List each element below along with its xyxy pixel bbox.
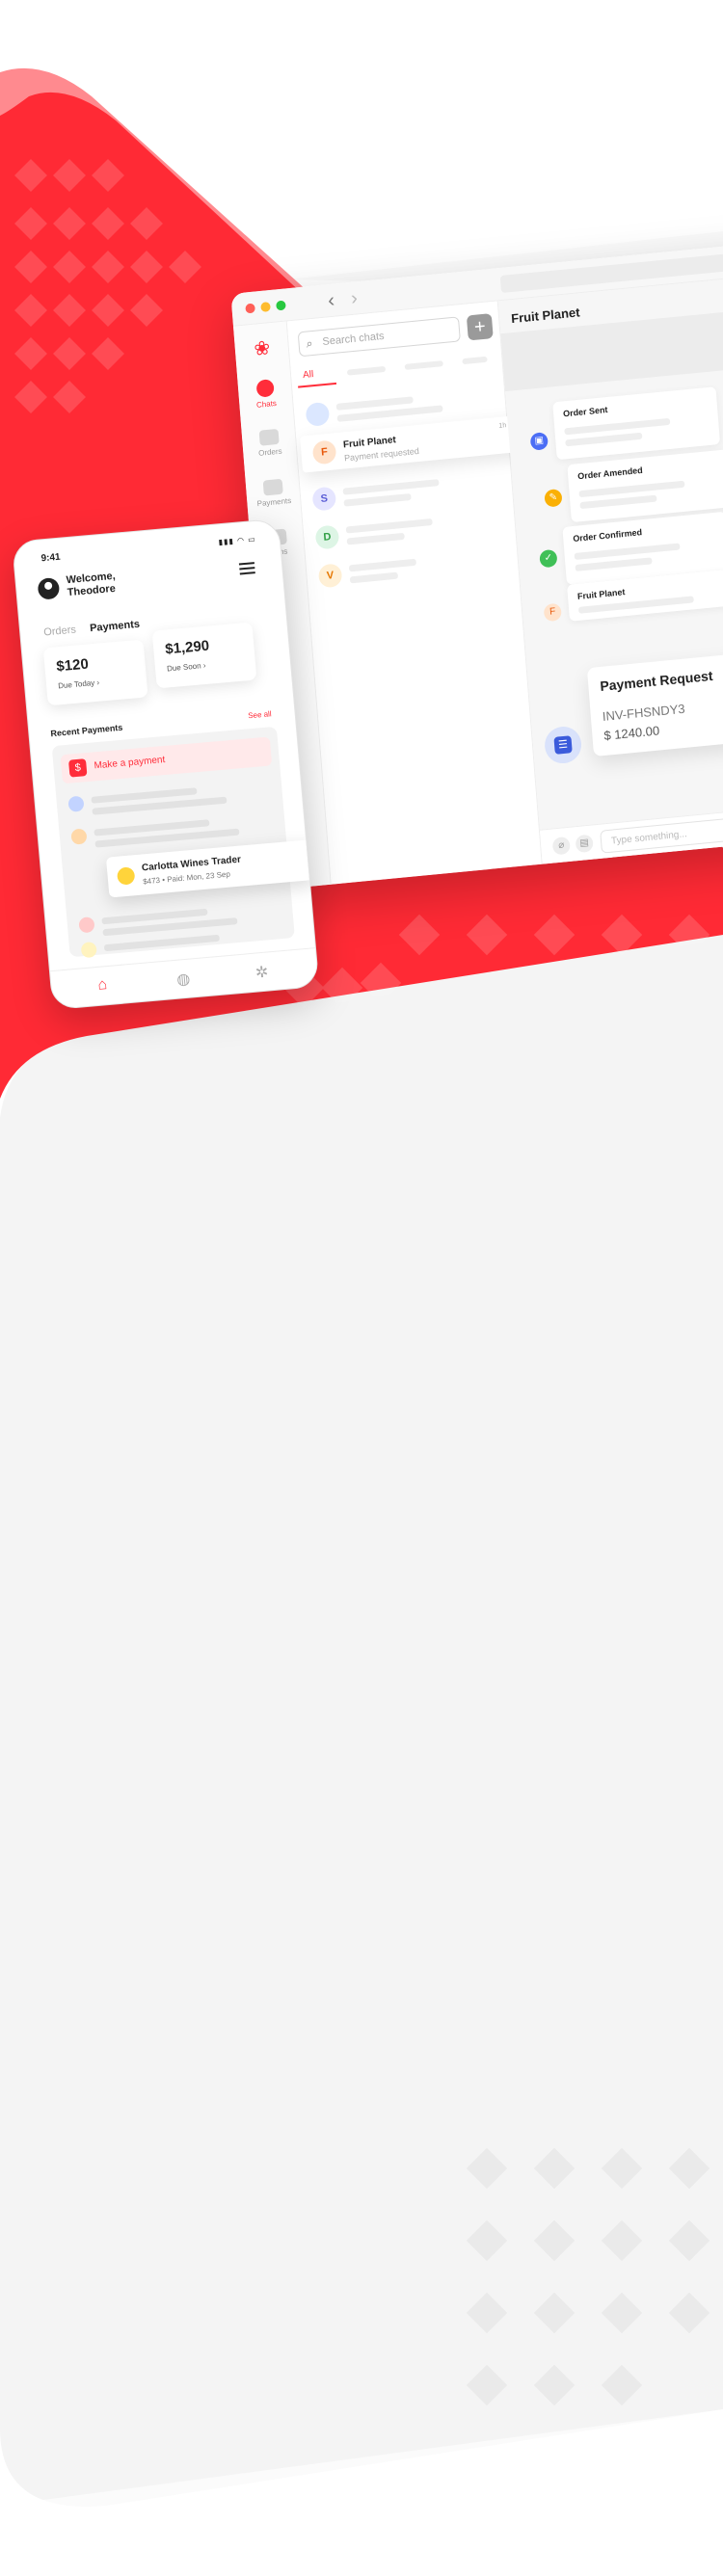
rail-item-payments[interactable]: Payments (246, 477, 302, 509)
order-sent-icon: ▣ (529, 432, 549, 451)
search-input[interactable]: ⌕ Search chats (297, 316, 461, 358)
rail-item-label: Orders (257, 446, 282, 458)
merchant-icon (116, 866, 136, 886)
search-icon: ⌕ (306, 336, 313, 351)
tab-placeholder (462, 356, 488, 365)
gear-icon[interactable]: ✲ (254, 963, 269, 983)
order-confirmed-icon: ✓ (539, 548, 558, 569)
gray-panel (0, 930, 723, 2507)
document-icon[interactable]: ▤ (575, 834, 594, 854)
event-title: Order Sent (562, 404, 608, 419)
make-payment-label: Make a payment (94, 755, 166, 772)
recent-payments-title: Recent Payments (50, 722, 123, 739)
orders-icon (258, 428, 280, 446)
status-time: 9:41 (40, 551, 62, 565)
due-today-label: Due Today › (57, 677, 100, 691)
rail-item-chats[interactable]: Chats (238, 377, 294, 411)
due-today-card[interactable]: $120 Due Today › (42, 639, 148, 706)
sender-name: Fruit Planet (576, 587, 626, 601)
tab-payments[interactable]: Payments (90, 619, 141, 634)
due-soon-amount: $1,290 (164, 637, 210, 658)
close-window-button[interactable] (245, 303, 255, 314)
avatar[interactable] (37, 576, 61, 600)
see-all-link[interactable]: See all (248, 709, 272, 720)
tab-active-indicator (298, 382, 337, 388)
back-arrow-icon[interactable]: ‹ (327, 290, 335, 313)
payment-request-card[interactable]: Payment Request INV-FHSNDY3 $ 1240.00 (586, 650, 723, 757)
skeleton-line (564, 417, 671, 436)
payment-request-title: Payment Request (599, 667, 713, 695)
avatar: F (311, 439, 337, 465)
payment-amount: $ 1240.00 (602, 723, 660, 743)
chat-icon (255, 379, 275, 398)
conversation-title: Fruit Planet (510, 305, 581, 327)
skeleton-line (575, 557, 653, 571)
app-logo-icon: ❀ (253, 337, 272, 360)
message-input[interactable]: Type something... (600, 803, 723, 854)
skeleton-line (574, 543, 681, 560)
dollar-icon: $ (67, 758, 88, 778)
event-title: Order Confirmed (572, 527, 643, 544)
maximize-window-button[interactable] (276, 300, 286, 311)
skeleton-line (349, 571, 399, 584)
desktop-window: ‹ › ❀ Chats Orders Payments Items ⇅ (230, 234, 723, 890)
event-card-order-sent[interactable]: Order Sent (552, 386, 721, 461)
skeleton-line (342, 479, 440, 495)
due-soon-label: Due Soon › (166, 660, 206, 674)
payment-request-icon: ☰ (543, 725, 583, 765)
skeleton-line (565, 432, 643, 447)
event-title: Order Amended (576, 465, 644, 482)
event-card-order-amended[interactable]: Order Amended (567, 448, 723, 523)
due-soon-card[interactable]: $1,290 Due Soon › (151, 622, 257, 689)
phone-screen: 9:41 ▮▮▮ ◠ ▭ Welcome, Theodore Orders Pa… (12, 518, 320, 1011)
tab-orders[interactable]: Orders (43, 624, 77, 639)
search-placeholder: Search chats (322, 330, 385, 348)
chat-icon[interactable]: ◍ (175, 969, 191, 990)
skeleton-line (578, 480, 685, 498)
avatar: S (311, 486, 337, 512)
list-item-icon (80, 941, 97, 959)
status-icons: ▮▮▮ ◠ ▭ (218, 534, 257, 547)
home-icon[interactable]: ⌂ (97, 976, 108, 995)
payments-icon (262, 478, 283, 496)
due-today-amount: $120 (55, 655, 90, 676)
rail-item-label: Payments (256, 495, 292, 509)
message-composer: ⌀ ▤ Type something... (539, 795, 723, 864)
skeleton-line (345, 518, 433, 534)
tab-all[interactable]: All (303, 369, 314, 381)
rail-item-label: Chats (255, 398, 278, 410)
attach-icon[interactable]: ⌀ (551, 836, 571, 856)
rail-item-orders[interactable]: Orders (242, 427, 298, 459)
avatar (305, 401, 331, 427)
invoice-number: INV-FHSNDY3 (602, 701, 686, 724)
avatar: D (314, 524, 340, 550)
skeleton-line (579, 494, 657, 510)
new-chat-button[interactable]: + (466, 313, 494, 341)
tab-placeholder (346, 365, 387, 376)
skeleton-line (343, 492, 412, 507)
welcome-text: Welcome, Theodore (66, 571, 117, 599)
order-amended-icon: ✎ (544, 488, 563, 508)
hamburger-menu-icon[interactable] (238, 562, 255, 575)
skeleton-line (346, 532, 405, 545)
sender-avatar: F (543, 602, 562, 623)
tab-placeholder (404, 360, 443, 370)
phone-mockup: 9:41 ▮▮▮ ◠ ▭ Welcome, Theodore Orders Pa… (12, 518, 320, 1011)
minimize-window-button[interactable] (260, 302, 271, 312)
skeleton-line (348, 558, 417, 572)
avatar: V (317, 563, 343, 589)
forward-arrow-icon[interactable]: › (350, 287, 358, 310)
